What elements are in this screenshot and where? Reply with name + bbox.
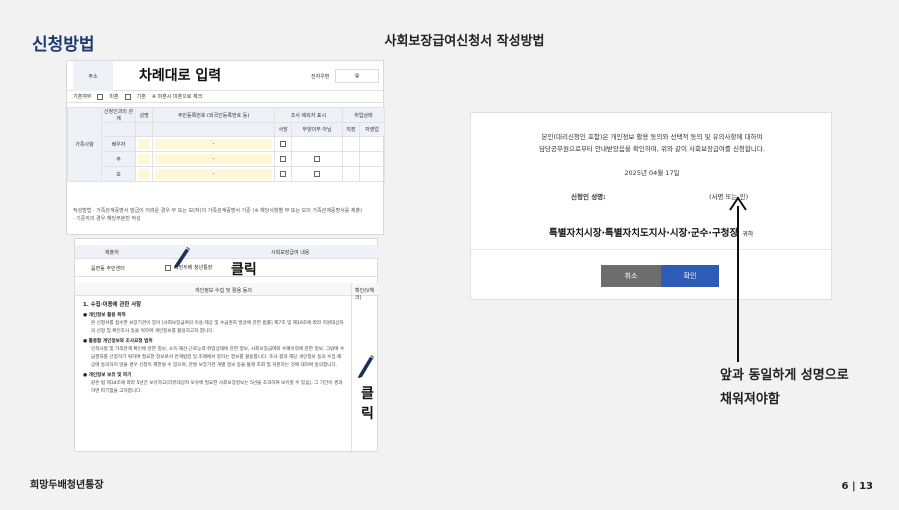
consent-body: 1. 수집·이용에 관한 사항 ● 개인정보 활용 목적 본 신청서를 접수한 … (83, 301, 345, 396)
single-option: 미혼 (109, 94, 119, 100)
item-body-retention: 같은 법 제34조에 따라 5년간 보유하고(리뷰대상자 보유에 필요한 사회보… (91, 381, 343, 394)
application-date: 2025년 04월 17일 (624, 169, 680, 177)
table-row: 배우자 - (68, 136, 385, 152)
not-dependent-checkbox[interactable] (314, 155, 321, 162)
single-checkbox[interactable] (97, 93, 104, 100)
application-form-top: 주소 차례대로 입력 전자우편 @ 기혼여부 미혼 기혼 ※ 미혼시 미혼으로 … (66, 60, 386, 235)
column-divider (351, 283, 352, 453)
statement-line-2: 담당공무원으로부터 안내받았음을 확인하며, 위와 같이 사회보장급여를 신청합… (539, 145, 765, 153)
id-input[interactable]: - (155, 139, 272, 149)
email-field[interactable]: @ (335, 69, 379, 83)
click-hint-1: 클릭 (231, 262, 257, 278)
consent-form: 제출처 사회보장급여 내용 읍면동 주민센터 희망두배 청년통장 클릭 개인정보… (74, 238, 379, 453)
not-dependent-checkbox[interactable] (314, 170, 321, 177)
annotation-note: 앞과 동일하게 성명으로 채워져야함 (720, 364, 849, 412)
annotation-line-2: 채워져야함 (720, 392, 780, 407)
table-row: 부 - (68, 151, 385, 167)
up-arrow-icon (729, 196, 747, 362)
deceased-checkbox[interactable] (280, 140, 287, 147)
col-name: 성명 (134, 107, 154, 123)
submit-to-label: 제출처 (105, 250, 119, 256)
item-body-scope: 인적사항 및 가족관계 확인에 관한 정보, 소득·재산·근로능력·취업상태에 … (91, 347, 345, 368)
signature-label: 신청인 성명: (571, 193, 606, 201)
note-2: · 기준자의 경우 해당부분만 작성 (73, 216, 141, 222)
id-input[interactable]: - (155, 169, 272, 179)
consent-title: 개인정보 수집 및 활용 동의 (195, 288, 252, 294)
statement-line-1: 본인(대리신청인 포함)은 개인정보 활용 동의와 선택적 동의 및 유의사항에… (541, 133, 763, 141)
benefit-content-label: 사회보장급여 내용 (271, 250, 310, 256)
subcol-employed: 직장 (341, 122, 361, 137)
item-title-scope: ● 활용할 개인정보와 조사요청 범위 (83, 339, 153, 344)
section-title: 1. 수집·이용에 관한 사항 (83, 302, 142, 308)
col-exclude: 조사 제외자 표시 (274, 107, 343, 123)
subcol-self-employed: 자영업 (359, 122, 385, 137)
married-label: 기혼여부 (73, 94, 92, 100)
notes-label: 작성방법 (73, 208, 92, 214)
name-input[interactable] (138, 139, 151, 149)
relation-cell: 배우자 (101, 136, 136, 152)
col-relation: 신청인과의 관계 (101, 107, 136, 123)
id-input[interactable]: - (155, 154, 272, 164)
org-name: 읍면동 주민센터 (91, 266, 125, 272)
note-1: · 가족관계증명서 발급이 어려운 경우 부 또는 모(자)의 가족관계증명서 … (93, 208, 363, 214)
col-id: 주민등록번호 (외국인등록번호 등) (152, 107, 275, 123)
col-employment: 취업상태 (341, 107, 386, 123)
family-table: 가족사항 신청인과의 관계 성명 주민등록번호 (외국인등록번호 등) 조사 제… (67, 107, 386, 182)
name-input[interactable] (138, 169, 151, 179)
item-body-purpose: 본 신청서를 접수한 보장기관이 장이 [사회보장급여의 이용·제공 및 수급권… (91, 321, 344, 334)
page-subtitle: 사회보장급여신청서 작성방법 (384, 34, 545, 49)
cancel-button[interactable]: 취소 (601, 265, 661, 287)
address-row: 주소 차례대로 입력 전자우편 @ (67, 61, 385, 91)
address-label: 주소 (73, 61, 113, 91)
recipient: 특별자치시장·특별자치도지사·시장·군수·구청장 귀하 (549, 225, 753, 239)
dialog-divider (471, 249, 833, 250)
pen-icon (358, 355, 374, 378)
address-instruction: 차례대로 입력 (139, 68, 222, 84)
married-note: ※ 미혼시 미혼으로 체크 (151, 94, 203, 100)
pen-icon (174, 247, 190, 268)
subcol-not-dependent: 부양의무 아님 (291, 122, 343, 137)
married-status-row: 기혼여부 미혼 기혼 ※ 미혼시 미혼으로 체크 (67, 91, 385, 103)
deceased-checkbox[interactable] (280, 155, 287, 162)
table-row: 모 - (68, 166, 385, 182)
married-checkbox[interactable] (124, 93, 131, 100)
annotation-line-1: 앞과 동일하게 성명으로 (720, 368, 849, 383)
consent-header: 개인정보 수집 및 활용 동의 확인(V체크) (75, 283, 379, 301)
relation-cell: 부 (101, 151, 136, 167)
submission-head-row: 제출처 사회보장급여 내용 (75, 245, 379, 259)
confirm-button[interactable]: 확인 (661, 265, 719, 287)
footer-org: 희망두배청년통장 (30, 480, 104, 491)
consent-confirm-label: 확인(V체크) (355, 288, 375, 301)
click-hint-2: 클릭 (361, 386, 374, 422)
submission-row: 읍면동 주민센터 희망두배 청년통장 (75, 259, 379, 277)
name-input[interactable] (138, 154, 151, 164)
subcol-deceased: 사망 (273, 122, 293, 137)
family-label-cell: 가족사항 (67, 107, 102, 182)
deceased-checkbox[interactable] (280, 170, 287, 177)
item-title-purpose: ● 개인정보 활용 목적 (83, 313, 126, 318)
page-number: 6 | 13 (841, 481, 874, 492)
relation-cell: 모 (101, 166, 136, 182)
application-confirm-dialog: 본인(대리신청인 포함)은 개인정보 활용 동의와 선택적 동의 및 유의사항에… (470, 112, 833, 300)
email-label: 전자우편 (311, 74, 330, 80)
married-option: 기혼 (136, 94, 146, 100)
notes-block: 작성방법 · 가족관계증명서 발급이 어려운 경우 부 또는 모(자)의 가족관… (67, 203, 385, 235)
recipient-name: 특별자치시장·특별자치도지사·시장·군수·구청장 (549, 228, 739, 239)
item-title-retention: ● 개인정보 보유 및 파기 (83, 373, 132, 378)
